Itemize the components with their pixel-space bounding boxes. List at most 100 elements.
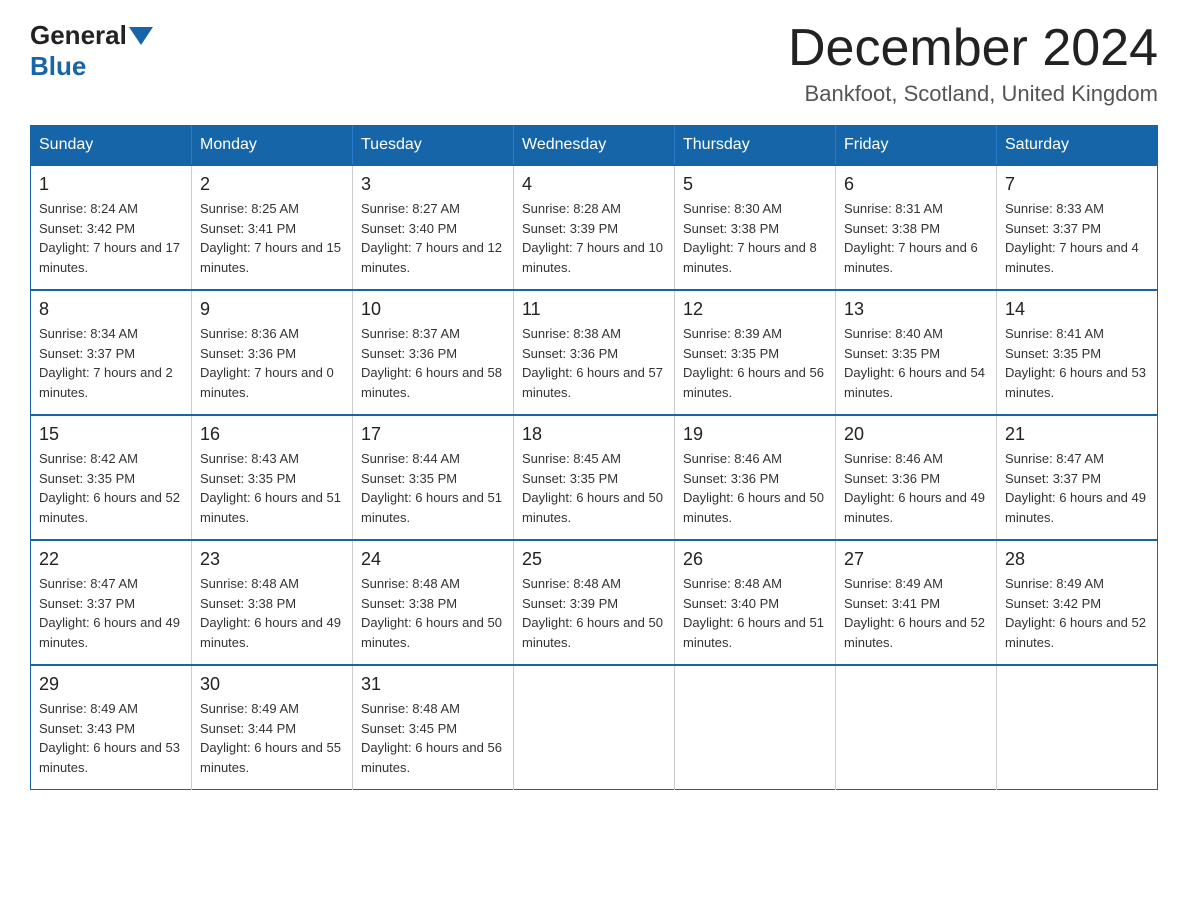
calendar-cell: 14 Sunrise: 8:41 AM Sunset: 3:35 PM Dayl… [997,290,1158,415]
calendar-cell: 19 Sunrise: 8:46 AM Sunset: 3:36 PM Dayl… [675,415,836,540]
calendar-cell: 27 Sunrise: 8:49 AM Sunset: 3:41 PM Dayl… [836,540,997,665]
day-number: 17 [361,424,505,445]
calendar-cell [675,665,836,790]
day-number: 1 [39,174,183,195]
day-info: Sunrise: 8:49 AM Sunset: 3:42 PM Dayligh… [1005,574,1149,652]
day-number: 22 [39,549,183,570]
calendar-cell: 3 Sunrise: 8:27 AM Sunset: 3:40 PM Dayli… [353,165,514,290]
day-info: Sunrise: 8:34 AM Sunset: 3:37 PM Dayligh… [39,324,183,402]
calendar-cell: 29 Sunrise: 8:49 AM Sunset: 3:43 PM Dayl… [31,665,192,790]
day-number: 31 [361,674,505,695]
calendar-cell: 8 Sunrise: 8:34 AM Sunset: 3:37 PM Dayli… [31,290,192,415]
calendar-cell: 13 Sunrise: 8:40 AM Sunset: 3:35 PM Dayl… [836,290,997,415]
day-number: 18 [522,424,666,445]
calendar-cell: 5 Sunrise: 8:30 AM Sunset: 3:38 PM Dayli… [675,165,836,290]
calendar-week-row: 22 Sunrise: 8:47 AM Sunset: 3:37 PM Dayl… [31,540,1158,665]
day-number: 11 [522,299,666,320]
day-info: Sunrise: 8:36 AM Sunset: 3:36 PM Dayligh… [200,324,344,402]
day-info: Sunrise: 8:48 AM Sunset: 3:39 PM Dayligh… [522,574,666,652]
calendar-week-row: 29 Sunrise: 8:49 AM Sunset: 3:43 PM Dayl… [31,665,1158,790]
calendar-cell: 2 Sunrise: 8:25 AM Sunset: 3:41 PM Dayli… [192,165,353,290]
day-number: 4 [522,174,666,195]
day-number: 24 [361,549,505,570]
day-number: 29 [39,674,183,695]
day-info: Sunrise: 8:37 AM Sunset: 3:36 PM Dayligh… [361,324,505,402]
day-number: 6 [844,174,988,195]
day-number: 10 [361,299,505,320]
weekday-header-row: SundayMondayTuesdayWednesdayThursdayFrid… [31,126,1158,166]
logo-general-text: General [30,20,127,51]
location-subtitle: Bankfoot, Scotland, United Kingdom [788,81,1158,107]
day-info: Sunrise: 8:49 AM Sunset: 3:41 PM Dayligh… [844,574,988,652]
calendar-week-row: 8 Sunrise: 8:34 AM Sunset: 3:37 PM Dayli… [31,290,1158,415]
calendar-cell: 30 Sunrise: 8:49 AM Sunset: 3:44 PM Dayl… [192,665,353,790]
day-number: 25 [522,549,666,570]
calendar-cell: 7 Sunrise: 8:33 AM Sunset: 3:37 PM Dayli… [997,165,1158,290]
calendar-cell: 9 Sunrise: 8:36 AM Sunset: 3:36 PM Dayli… [192,290,353,415]
calendar-cell: 26 Sunrise: 8:48 AM Sunset: 3:40 PM Dayl… [675,540,836,665]
day-number: 21 [1005,424,1149,445]
weekday-header-sunday: Sunday [31,126,192,166]
day-number: 9 [200,299,344,320]
calendar-cell: 31 Sunrise: 8:48 AM Sunset: 3:45 PM Dayl… [353,665,514,790]
calendar-cell [836,665,997,790]
logo-arrow-icon [129,27,153,45]
day-number: 20 [844,424,988,445]
day-number: 13 [844,299,988,320]
day-number: 3 [361,174,505,195]
day-info: Sunrise: 8:30 AM Sunset: 3:38 PM Dayligh… [683,199,827,277]
calendar-cell: 6 Sunrise: 8:31 AM Sunset: 3:38 PM Dayli… [836,165,997,290]
day-info: Sunrise: 8:48 AM Sunset: 3:38 PM Dayligh… [200,574,344,652]
day-info: Sunrise: 8:42 AM Sunset: 3:35 PM Dayligh… [39,449,183,527]
weekday-header-wednesday: Wednesday [514,126,675,166]
weekday-header-friday: Friday [836,126,997,166]
calendar-cell: 15 Sunrise: 8:42 AM Sunset: 3:35 PM Dayl… [31,415,192,540]
day-info: Sunrise: 8:45 AM Sunset: 3:35 PM Dayligh… [522,449,666,527]
calendar-cell: 16 Sunrise: 8:43 AM Sunset: 3:35 PM Dayl… [192,415,353,540]
calendar-cell [514,665,675,790]
title-block: December 2024 Bankfoot, Scotland, United… [788,20,1158,107]
day-number: 16 [200,424,344,445]
day-number: 12 [683,299,827,320]
calendar-week-row: 1 Sunrise: 8:24 AM Sunset: 3:42 PM Dayli… [31,165,1158,290]
calendar-cell: 23 Sunrise: 8:48 AM Sunset: 3:38 PM Dayl… [192,540,353,665]
calendar-cell: 4 Sunrise: 8:28 AM Sunset: 3:39 PM Dayli… [514,165,675,290]
day-info: Sunrise: 8:33 AM Sunset: 3:37 PM Dayligh… [1005,199,1149,277]
calendar-cell: 17 Sunrise: 8:44 AM Sunset: 3:35 PM Dayl… [353,415,514,540]
calendar-week-row: 15 Sunrise: 8:42 AM Sunset: 3:35 PM Dayl… [31,415,1158,540]
day-number: 5 [683,174,827,195]
calendar-cell [997,665,1158,790]
weekday-header-monday: Monday [192,126,353,166]
calendar-cell: 18 Sunrise: 8:45 AM Sunset: 3:35 PM Dayl… [514,415,675,540]
calendar-table: SundayMondayTuesdayWednesdayThursdayFrid… [30,125,1158,790]
day-number: 8 [39,299,183,320]
day-info: Sunrise: 8:43 AM Sunset: 3:35 PM Dayligh… [200,449,344,527]
page-header: General Blue December 2024 Bankfoot, Sco… [30,20,1158,107]
day-number: 2 [200,174,344,195]
logo: General Blue [30,20,155,82]
calendar-cell: 10 Sunrise: 8:37 AM Sunset: 3:36 PM Dayl… [353,290,514,415]
day-number: 14 [1005,299,1149,320]
day-info: Sunrise: 8:28 AM Sunset: 3:39 PM Dayligh… [522,199,666,277]
calendar-cell: 20 Sunrise: 8:46 AM Sunset: 3:36 PM Dayl… [836,415,997,540]
day-number: 27 [844,549,988,570]
day-info: Sunrise: 8:46 AM Sunset: 3:36 PM Dayligh… [844,449,988,527]
day-number: 30 [200,674,344,695]
calendar-cell: 11 Sunrise: 8:38 AM Sunset: 3:36 PM Dayl… [514,290,675,415]
calendar-cell: 1 Sunrise: 8:24 AM Sunset: 3:42 PM Dayli… [31,165,192,290]
day-info: Sunrise: 8:48 AM Sunset: 3:45 PM Dayligh… [361,699,505,777]
day-info: Sunrise: 8:25 AM Sunset: 3:41 PM Dayligh… [200,199,344,277]
day-info: Sunrise: 8:48 AM Sunset: 3:38 PM Dayligh… [361,574,505,652]
weekday-header-thursday: Thursday [675,126,836,166]
calendar-cell: 25 Sunrise: 8:48 AM Sunset: 3:39 PM Dayl… [514,540,675,665]
day-number: 23 [200,549,344,570]
day-info: Sunrise: 8:40 AM Sunset: 3:35 PM Dayligh… [844,324,988,402]
day-info: Sunrise: 8:49 AM Sunset: 3:43 PM Dayligh… [39,699,183,777]
month-title: December 2024 [788,20,1158,77]
day-number: 28 [1005,549,1149,570]
day-info: Sunrise: 8:24 AM Sunset: 3:42 PM Dayligh… [39,199,183,277]
day-info: Sunrise: 8:27 AM Sunset: 3:40 PM Dayligh… [361,199,505,277]
calendar-cell: 12 Sunrise: 8:39 AM Sunset: 3:35 PM Dayl… [675,290,836,415]
calendar-cell: 21 Sunrise: 8:47 AM Sunset: 3:37 PM Dayl… [997,415,1158,540]
calendar-cell: 24 Sunrise: 8:48 AM Sunset: 3:38 PM Dayl… [353,540,514,665]
